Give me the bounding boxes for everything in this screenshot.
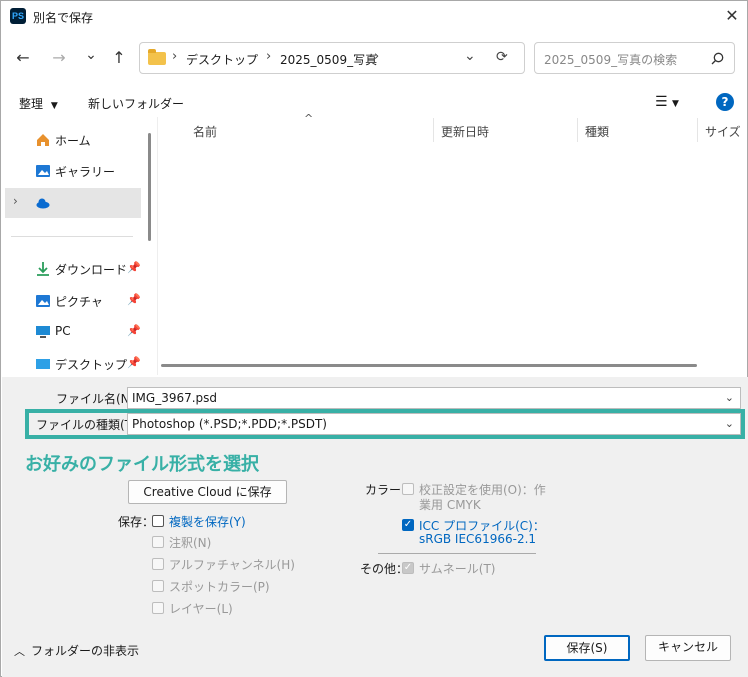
filetype-highlight-box bbox=[25, 409, 745, 439]
icc-profile-label-line2: sRGB IEC61966-2.1 bbox=[419, 532, 537, 546]
back-button[interactable]: ← bbox=[11, 46, 35, 70]
window-title: 別名で保存 bbox=[33, 11, 94, 25]
cancel-button[interactable]: キャンセル bbox=[645, 635, 731, 661]
hide-folders-toggle[interactable]: ︿ フォルダーの非表示 bbox=[14, 642, 139, 659]
chevron-right-icon: › bbox=[172, 49, 178, 64]
help-icon[interactable]: ? bbox=[716, 93, 734, 111]
save-button[interactable]: 保存(S) bbox=[544, 635, 630, 661]
column-header-modified[interactable]: 更新日時 bbox=[441, 123, 489, 140]
up-folder-button[interactable]: ↑ bbox=[107, 46, 131, 70]
layers-label: レイヤー(L) bbox=[169, 602, 233, 616]
chevron-down-icon[interactable]: ⌄ bbox=[725, 391, 734, 404]
sidebar-item-pc[interactable]: PC 📌 bbox=[5, 317, 141, 347]
options-divider bbox=[378, 553, 536, 554]
sidebar-item-label: デスクトップ bbox=[55, 358, 128, 372]
recent-locations-chevron-icon[interactable]: ⌄ bbox=[79, 43, 103, 67]
sidebar-item-desktop[interactable]: デスクトップ 📌 bbox=[5, 349, 141, 379]
annotation-caption: お好みのファイル形式を選択 bbox=[25, 454, 259, 475]
creative-cloud-save-button[interactable]: Creative Cloud に保存 bbox=[128, 480, 287, 504]
sidebar-item-pictures[interactable]: ピクチャ 📌 bbox=[5, 286, 141, 316]
sidebar-item-onedrive[interactable]: › bbox=[5, 188, 141, 218]
navigation-pane: ホーム ギャラリー › ダウンロード 📌 ピクチャ 📌 PC 📌 デスクトップ … bbox=[1, 117, 157, 375]
desktop-icon bbox=[36, 359, 50, 369]
download-icon bbox=[37, 262, 49, 276]
chevron-right-icon[interactable]: › bbox=[13, 194, 18, 208]
sidebar-item-label: ダウンロード bbox=[55, 263, 128, 277]
filename-field[interactable]: IMG_3967.psd ⌄ bbox=[127, 387, 741, 409]
chevron-down-icon[interactable]: ⌄ bbox=[464, 48, 476, 64]
pc-icon bbox=[36, 326, 50, 338]
caret-down-icon: ▼ bbox=[50, 101, 58, 111]
save-copy-label[interactable]: 複製を保存(Y) bbox=[169, 513, 246, 530]
sidebar-scrollbar[interactable] bbox=[148, 133, 151, 241]
column-divider[interactable] bbox=[697, 118, 698, 142]
organize-menu[interactable]: 整理 ▼ bbox=[19, 95, 58, 112]
save-as-dialog: PS 別名で保存 ✕ ← → ⌄ ↑ › デスクトップ › 2025_0509_… bbox=[0, 0, 748, 677]
save-copy-checkbox[interactable] bbox=[152, 515, 164, 527]
column-divider[interactable] bbox=[433, 118, 434, 142]
thumbnail-label: サムネール(T) bbox=[419, 562, 496, 576]
column-header-size[interactable]: サイズ bbox=[705, 123, 741, 140]
search-box[interactable]: 2025_0509_写真の検索 bbox=[534, 42, 735, 74]
breadcrumb-desktop[interactable]: デスクトップ bbox=[186, 51, 258, 68]
column-divider[interactable] bbox=[577, 118, 578, 142]
notes-label: 注釈(N) bbox=[169, 536, 212, 550]
sidebar-item-downloads[interactable]: ダウンロード 📌 bbox=[5, 254, 141, 284]
search-icon bbox=[711, 52, 724, 65]
home-icon bbox=[37, 134, 49, 146]
pane-divider bbox=[157, 117, 158, 375]
refresh-icon[interactable]: ⟳ bbox=[496, 49, 508, 65]
chevron-up-icon: ︿ bbox=[14, 645, 25, 658]
view-menu-icon[interactable]: ☰ ▼ bbox=[655, 94, 679, 110]
save-options-label: 保存： bbox=[118, 515, 155, 529]
pin-icon: 📌 bbox=[127, 356, 141, 369]
pictures-icon bbox=[36, 295, 50, 307]
proof-setup-checkbox[interactable] bbox=[402, 483, 414, 495]
sidebar-item-gallery[interactable]: ギャラリー bbox=[5, 156, 141, 186]
thumbnail-checkbox[interactable]: ✓ bbox=[402, 562, 414, 574]
sort-ascending-icon: ^ bbox=[304, 112, 314, 125]
spot-colors-checkbox[interactable] bbox=[152, 580, 164, 592]
search-input[interactable]: 2025_0509_写真の検索 bbox=[544, 51, 677, 68]
new-folder-button[interactable]: 新しいフォルダー bbox=[88, 95, 184, 112]
chevron-right-icon: › bbox=[374, 49, 380, 64]
breadcrumb-folder[interactable]: 2025_0509_写真 bbox=[280, 51, 377, 68]
onedrive-icon bbox=[36, 198, 50, 209]
notes-checkbox[interactable] bbox=[152, 536, 164, 548]
icc-profile-checkbox[interactable]: ✓ bbox=[402, 519, 414, 531]
layers-checkbox[interactable] bbox=[152, 602, 164, 614]
sidebar-item-label: ピクチャ bbox=[55, 295, 103, 309]
gallery-icon bbox=[36, 165, 50, 177]
sidebar-divider bbox=[11, 236, 133, 237]
alpha-channels-label: アルファチャンネル(H) bbox=[169, 558, 295, 572]
sidebar-item-label: ホーム bbox=[55, 134, 91, 148]
spot-colors-label: スポットカラー(P) bbox=[169, 580, 270, 594]
pin-icon: 📌 bbox=[127, 261, 141, 274]
photoshop-app-icon: PS bbox=[10, 8, 26, 24]
sidebar-item-label: ギャラリー bbox=[55, 165, 116, 179]
column-header-name[interactable]: 名前 bbox=[193, 123, 217, 140]
forward-button[interactable]: → bbox=[47, 46, 71, 70]
close-icon[interactable]: ✕ bbox=[721, 5, 743, 27]
pin-icon: 📌 bbox=[127, 293, 141, 306]
column-header-type[interactable]: 種類 bbox=[585, 123, 609, 140]
horizontal-scrollbar[interactable] bbox=[161, 364, 697, 367]
other-label: その他： bbox=[360, 562, 409, 576]
pin-icon: 📌 bbox=[127, 324, 141, 337]
proof-setup-label-line2: 業用 CMYK bbox=[419, 498, 481, 512]
alpha-channels-checkbox[interactable] bbox=[152, 558, 164, 570]
address-bar[interactable]: › デスクトップ › 2025_0509_写真 › ⌄ ⟳ bbox=[139, 42, 525, 74]
title-bar: PS 別名で保存 ✕ bbox=[1, 1, 747, 33]
filename-input[interactable]: IMG_3967.psd bbox=[132, 391, 217, 405]
organize-label: 整理 bbox=[19, 97, 44, 111]
folder-icon bbox=[148, 49, 166, 65]
sidebar-item-label: PC bbox=[55, 324, 71, 338]
sidebar-item-home[interactable]: ホーム bbox=[5, 125, 141, 155]
hide-folders-label: フォルダーの非表示 bbox=[31, 644, 140, 658]
chevron-right-icon: › bbox=[266, 49, 272, 64]
